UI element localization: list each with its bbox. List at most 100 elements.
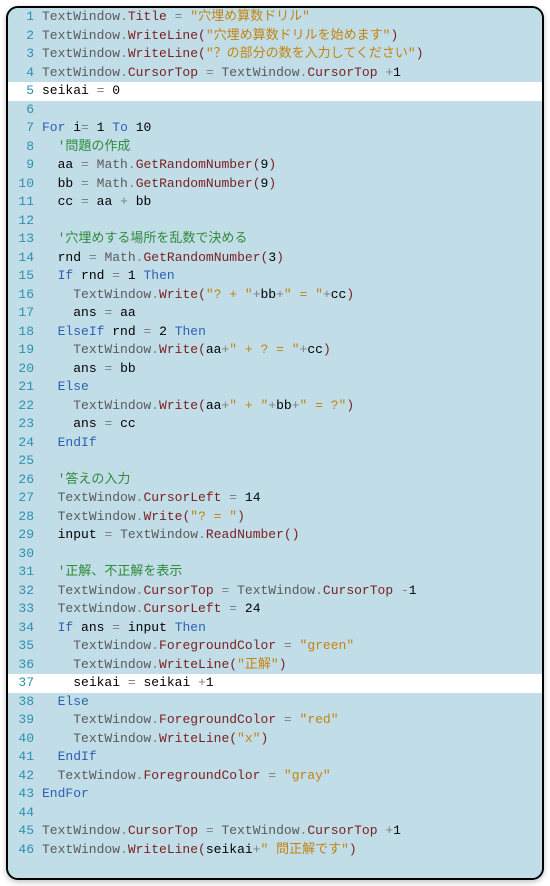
code-content[interactable]: Else	[42, 693, 542, 712]
code-line[interactable]: 43EndFor	[8, 785, 542, 804]
code-content[interactable]: EndIf	[42, 434, 542, 453]
code-content[interactable]: '正解、不正解を表示	[42, 563, 542, 582]
token-num: 0	[112, 83, 120, 98]
code-line[interactable]: 37 seikai = seikai +1	[8, 674, 542, 693]
code-line[interactable]: 41 EndIf	[8, 748, 542, 767]
code-content[interactable]: cc = aa + bb	[42, 193, 542, 212]
code-content[interactable]: aa = Math.GetRandomNumber(9)	[42, 156, 542, 175]
code-content[interactable]: EndFor	[42, 785, 542, 804]
code-content[interactable]: TextWindow.CursorTop = TextWindow.Cursor…	[42, 64, 542, 83]
code-content[interactable]: TextWindow.Write("? = ")	[42, 508, 542, 527]
token-plain	[292, 638, 300, 653]
code-content[interactable]: If rnd = 1 Then	[42, 267, 542, 286]
code-line[interactable]: 11 cc = aa + bb	[8, 193, 542, 212]
token-kw: Else	[58, 694, 89, 709]
code-content[interactable]: ans = aa	[42, 304, 542, 323]
code-content[interactable]: '答えの入力	[42, 471, 542, 490]
code-line[interactable]: 5seikai = 0	[8, 82, 542, 101]
code-content[interactable]: TextWindow.Write("? + "+bb+" = "+cc)	[42, 286, 542, 305]
code-content[interactable]: TextWindow.Write(aa+" + ? = "+cc)	[42, 341, 542, 360]
code-line[interactable]: 1TextWindow.Title = "穴埋め算数ドリル"	[8, 8, 542, 27]
token-kw: Then	[175, 324, 206, 339]
code-line[interactable]: 12	[8, 212, 542, 231]
code-line[interactable]: 28 TextWindow.Write("? = ")	[8, 508, 542, 527]
token-prop: Write	[159, 398, 198, 413]
code-line[interactable]: 2TextWindow.WriteLine("穴埋め算数ドリルを始めます")	[8, 27, 542, 46]
code-content[interactable]: '問題の作成	[42, 138, 542, 157]
code-content[interactable]: TextWindow.WriteLine("？の部分の数を入力してください")	[42, 45, 542, 64]
code-line[interactable]: 14 rnd = Math.GetRandomNumber(3)	[8, 249, 542, 268]
code-line[interactable]: 20 ans = bb	[8, 360, 542, 379]
code-content[interactable]: TextWindow.WriteLine("穴埋め算数ドリルを始めます")	[42, 27, 542, 46]
code-content[interactable]: EndIf	[42, 748, 542, 767]
code-content[interactable]: TextWindow.CursorLeft = 14	[42, 489, 542, 508]
code-line[interactable]: 3TextWindow.WriteLine("？の部分の数を入力してください")	[8, 45, 542, 64]
line-number: 32	[8, 582, 42, 601]
code-line[interactable]: 45TextWindow.CursorTop = TextWindow.Curs…	[8, 822, 542, 841]
code-line[interactable]: 18 ElseIf rnd = 2 Then	[8, 323, 542, 342]
code-line[interactable]: 4TextWindow.CursorTop = TextWindow.Curso…	[8, 64, 542, 83]
code-content[interactable]: TextWindow.ForegroundColor = "gray"	[42, 767, 542, 786]
code-line[interactable]: 26 '答えの入力	[8, 471, 542, 490]
code-area[interactable]: 1TextWindow.Title = "穴埋め算数ドリル"2TextWindo…	[8, 8, 542, 878]
code-line[interactable]: 40 TextWindow.WriteLine("x")	[8, 730, 542, 749]
code-content[interactable]: ans = cc	[42, 415, 542, 434]
code-content[interactable]: TextWindow.Write(aa+" + "+bb+" = ?")	[42, 397, 542, 416]
code-line[interactable]: 34 If ans = input Then	[8, 619, 542, 638]
code-line[interactable]: 22 TextWindow.Write(aa+" + "+bb+" = ?")	[8, 397, 542, 416]
code-line[interactable]: 46TextWindow.WriteLine(seikai+" 問正解です")	[8, 841, 542, 860]
code-content[interactable]: input = TextWindow.ReadNumber()	[42, 526, 542, 545]
code-line[interactable]: 38 Else	[8, 693, 542, 712]
code-line[interactable]: 17 ans = aa	[8, 304, 542, 323]
token-op: +	[385, 823, 393, 838]
code-content[interactable]: '穴埋めする場所を乱数で決める	[42, 230, 542, 249]
code-content[interactable]: TextWindow.WriteLine("正解")	[42, 656, 542, 675]
token-paren: )	[390, 28, 398, 43]
code-line[interactable]: 33 TextWindow.CursorLeft = 24	[8, 600, 542, 619]
code-line[interactable]: 10 bb = Math.GetRandomNumber(9)	[8, 175, 542, 194]
token-paren: (	[198, 842, 206, 857]
code-line[interactable]: 13 '穴埋めする場所を乱数で決める	[8, 230, 542, 249]
code-content[interactable]: TextWindow.CursorTop = TextWindow.Cursor…	[42, 582, 542, 601]
code-content[interactable]: Else	[42, 378, 542, 397]
code-line[interactable]: 44	[8, 804, 542, 823]
code-line[interactable]: 6	[8, 101, 542, 120]
code-content[interactable]: TextWindow.ForegroundColor = "green"	[42, 637, 542, 656]
code-line[interactable]: 29 input = TextWindow.ReadNumber()	[8, 526, 542, 545]
code-line[interactable]: 21 Else	[8, 378, 542, 397]
code-line[interactable]: 39 TextWindow.ForegroundColor = "red"	[8, 711, 542, 730]
code-content[interactable]: ElseIf rnd = 2 Then	[42, 323, 542, 342]
code-line[interactable]: 27 TextWindow.CursorLeft = 14	[8, 489, 542, 508]
code-content[interactable]: seikai = 0	[42, 82, 542, 101]
code-content[interactable]: bb = Math.GetRandomNumber(9)	[42, 175, 542, 194]
code-content[interactable]: TextWindow.WriteLine("x")	[42, 730, 542, 749]
code-content[interactable]: If ans = input Then	[42, 619, 542, 638]
code-line[interactable]: 15 If rnd = 1 Then	[8, 267, 542, 286]
code-content[interactable]: rnd = Math.GetRandomNumber(3)	[42, 249, 542, 268]
code-line[interactable]: 35 TextWindow.ForegroundColor = "green"	[8, 637, 542, 656]
code-line[interactable]: 25	[8, 452, 542, 471]
code-content[interactable]: TextWindow.WriteLine(seikai+" 問正解です")	[42, 841, 542, 860]
code-content[interactable]: For i= 1 To 10	[42, 119, 542, 138]
code-content[interactable]: TextWindow.CursorLeft = 24	[42, 600, 542, 619]
code-line[interactable]: 24 EndIf	[8, 434, 542, 453]
code-line[interactable]: 36 TextWindow.WriteLine("正解")	[8, 656, 542, 675]
code-line[interactable]: 42 TextWindow.ForegroundColor = "gray"	[8, 767, 542, 786]
code-line[interactable]: 31 '正解、不正解を表示	[8, 563, 542, 582]
code-line[interactable]: 8 '問題の作成	[8, 138, 542, 157]
code-line[interactable]: 23 ans = cc	[8, 415, 542, 434]
code-content[interactable]: TextWindow.CursorTop = TextWindow.Cursor…	[42, 822, 542, 841]
code-content[interactable]: seikai = seikai +1	[42, 674, 542, 693]
code-line[interactable]: 9 aa = Math.GetRandomNumber(9)	[8, 156, 542, 175]
code-line[interactable]: 19 TextWindow.Write(aa+" + ? = "+cc)	[8, 341, 542, 360]
code-content[interactable]: ans = bb	[42, 360, 542, 379]
code-line[interactable]: 30	[8, 545, 542, 564]
token-obj: TextWindow	[42, 46, 120, 61]
token-dot: .	[128, 157, 136, 172]
code-line[interactable]: 16 TextWindow.Write("? + "+bb+" = "+cc)	[8, 286, 542, 305]
code-content[interactable]: TextWindow.Title = "穴埋め算数ドリル"	[42, 8, 542, 27]
code-content[interactable]: TextWindow.ForegroundColor = "red"	[42, 711, 542, 730]
code-line[interactable]: 7For i= 1 To 10	[8, 119, 542, 138]
code-line[interactable]: 32 TextWindow.CursorTop = TextWindow.Cur…	[8, 582, 542, 601]
token-op: =	[268, 768, 276, 783]
